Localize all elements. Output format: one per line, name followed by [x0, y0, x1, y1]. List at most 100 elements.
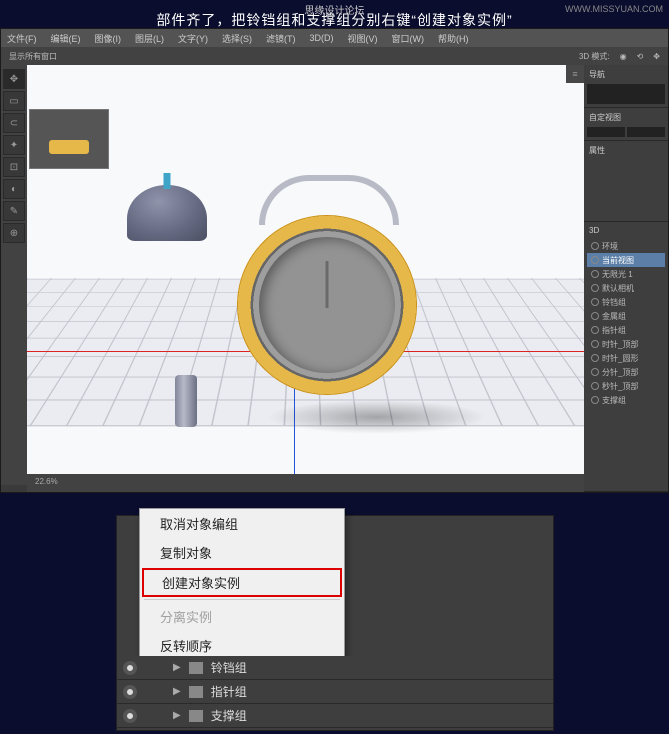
ctx-instance[interactable]: 创建对象实例 — [142, 568, 342, 597]
properties-panel-title: 属性 — [587, 144, 665, 158]
3d-layer-item[interactable]: 铃铛组 — [587, 295, 665, 309]
clock-body-mesh[interactable] — [237, 215, 417, 395]
3d-layer-item[interactable]: 当前视图 — [587, 253, 665, 267]
ctx-separator — [144, 599, 340, 600]
menu-file[interactable]: 文件(F) — [7, 32, 37, 45]
nav-panel: 导航 — [584, 65, 668, 108]
layer-name: 指针组 — [211, 683, 247, 700]
visibility-icon[interactable] — [591, 242, 599, 250]
visibility-icon[interactable] — [591, 340, 599, 348]
coord-x[interactable] — [587, 127, 625, 137]
crop-tool-icon[interactable]: ⊡ — [3, 157, 25, 177]
menu-window[interactable]: 窗口(W) — [392, 32, 425, 45]
visibility-icon[interactable] — [591, 312, 599, 320]
eyedrop-tool-icon[interactable]: ◐ — [3, 179, 25, 199]
layer-label: 铃铛组 — [602, 297, 626, 308]
layer-name: 铃铛组 — [211, 659, 247, 676]
folder-icon — [189, 686, 203, 698]
layer-row[interactable]: ▶ 指针组 — [117, 680, 553, 704]
layer-label: 秒针_顶部 — [602, 381, 638, 392]
visibility-icon[interactable] — [591, 368, 599, 376]
layer-label: 金属组 — [602, 311, 626, 322]
view-panel-title: 自定视图 — [587, 111, 665, 125]
wand-tool-icon[interactable]: ✦ — [3, 135, 25, 155]
menu-help[interactable]: 帮助(H) — [438, 32, 469, 45]
ctx-ungroup[interactable]: 取消对象编组 — [140, 509, 344, 538]
brush-tool-icon[interactable]: ✎ — [3, 201, 25, 221]
opt-3d-icon[interactable]: ◉ — [620, 52, 627, 61]
3d-layer-item[interactable]: 时针_顶部 — [587, 337, 665, 351]
visibility-icon[interactable] — [591, 382, 599, 390]
document-thumbnail[interactable] — [29, 109, 109, 169]
panel-icon-strip: ≡ — [566, 65, 584, 83]
menu-type[interactable]: 文字(Y) — [178, 32, 208, 45]
opt-3d-icon3[interactable]: ✥ — [653, 52, 660, 61]
3d-panel: 3D 环境当前视图无限光 1 默认相机铃铛组金属组指针组时针_顶部时针_圆形分针_… — [584, 222, 668, 492]
visibility-icon[interactable] — [591, 354, 599, 362]
menu-filter[interactable]: 滤镜(T) — [266, 32, 296, 45]
arrow-icon[interactable]: ▶ — [173, 686, 181, 697]
layer-label: 当前视图 — [602, 255, 634, 266]
menu-3d[interactable]: 3D(D) — [310, 33, 334, 43]
arrow-icon[interactable]: ▶ — [173, 662, 181, 673]
clock-hand — [326, 261, 329, 307]
3d-layer-item[interactable]: 分针_顶部 — [587, 365, 665, 379]
menu-edit[interactable]: 编辑(E) — [51, 32, 81, 45]
layer-label: 指针组 — [602, 325, 626, 336]
opt-3d-icon2[interactable]: ⟲ — [637, 52, 644, 61]
layer-label: 分针_顶部 — [602, 367, 638, 378]
3d-viewport[interactable] — [27, 65, 584, 474]
visibility-icon[interactable] — [591, 298, 599, 306]
layer-label: 支撑组 — [602, 395, 626, 406]
folder-icon — [189, 710, 203, 722]
coord-y[interactable] — [627, 127, 665, 137]
visibility-icon[interactable] — [123, 685, 137, 699]
3d-layer-item[interactable]: 指针组 — [587, 323, 665, 337]
visibility-icon[interactable] — [591, 256, 599, 264]
layer-label: 时针_顶部 — [602, 339, 638, 350]
properties-body — [587, 158, 665, 218]
menu-view[interactable]: 视图(V) — [348, 32, 378, 45]
3d-layer-item[interactable]: 时针_圆形 — [587, 351, 665, 365]
folder-icon — [189, 662, 203, 674]
context-menu-demo: 取消对象编组 复制对象 创建对象实例 分离实例 反转顺序 ▶铃铛组▶指针组▶支撑… — [116, 515, 554, 731]
menu-bar: 文件(F) 编辑(E) 图像(I) 图层(L) 文字(Y) 选择(S) 滤镜(T… — [1, 29, 668, 47]
options-bar: 显示所有窗口 3D 模式: ◉ ⟲ ✥ — [1, 47, 668, 65]
layer-label: 环境 — [602, 241, 618, 252]
menu-image[interactable]: 图像(I) — [95, 32, 122, 45]
visibility-icon[interactable] — [123, 661, 137, 675]
marquee-tool-icon[interactable]: ▭ — [3, 91, 25, 111]
3d-layer-item[interactable]: 支撑组 — [587, 393, 665, 407]
lasso-tool-icon[interactable]: ⊂ — [3, 113, 25, 133]
stand-mesh[interactable] — [175, 375, 197, 427]
nav-preview[interactable] — [587, 84, 665, 104]
arrow-icon[interactable]: ▶ — [173, 710, 181, 721]
visibility-icon[interactable] — [123, 709, 137, 723]
context-menu: 取消对象编组 复制对象 创建对象实例 分离实例 反转顺序 — [139, 508, 345, 661]
3d-layer-item[interactable]: 默认相机 — [587, 281, 665, 295]
layer-row[interactable]: ▶ 铃铛组 — [117, 656, 553, 680]
3d-layer-item[interactable]: 秒针_顶部 — [587, 379, 665, 393]
photoshop-window: 文件(F) 编辑(E) 图像(I) 图层(L) 文字(Y) 选择(S) 滤镜(T… — [0, 28, 669, 493]
tool-palette: ✥ ▭ ⊂ ✦ ⊡ ◐ ✎ ⊕ — [1, 65, 27, 485]
bell-mesh[interactable] — [127, 185, 207, 241]
move-tool-icon[interactable]: ✥ — [3, 69, 25, 89]
menu-layer[interactable]: 图层(L) — [135, 32, 164, 45]
visibility-icon[interactable] — [591, 326, 599, 334]
view-panel: 自定视图 — [584, 108, 668, 141]
3d-layer-item[interactable]: 无限光 1 — [587, 267, 665, 281]
layer-rows: ▶ 铃铛组 ▶ 指针组 ▶支撑组 — [117, 656, 553, 728]
3d-panel-title: 3D — [587, 225, 665, 239]
zoom-level[interactable]: 22.6% — [35, 477, 58, 486]
3d-layer-item[interactable]: 金属组 — [587, 309, 665, 323]
panel-icon[interactable]: ≡ — [566, 65, 584, 83]
layer-row[interactable]: ▶支撑组 — [117, 704, 553, 728]
stamp-tool-icon[interactable]: ⊕ — [3, 223, 25, 243]
visibility-icon[interactable] — [591, 270, 599, 278]
menu-select[interactable]: 选择(S) — [222, 32, 252, 45]
visibility-icon[interactable] — [591, 396, 599, 404]
ctx-duplicate[interactable]: 复制对象 — [140, 538, 344, 567]
layer-label: 默认相机 — [602, 283, 634, 294]
3d-layer-item[interactable]: 环境 — [587, 239, 665, 253]
visibility-icon[interactable] — [591, 284, 599, 292]
